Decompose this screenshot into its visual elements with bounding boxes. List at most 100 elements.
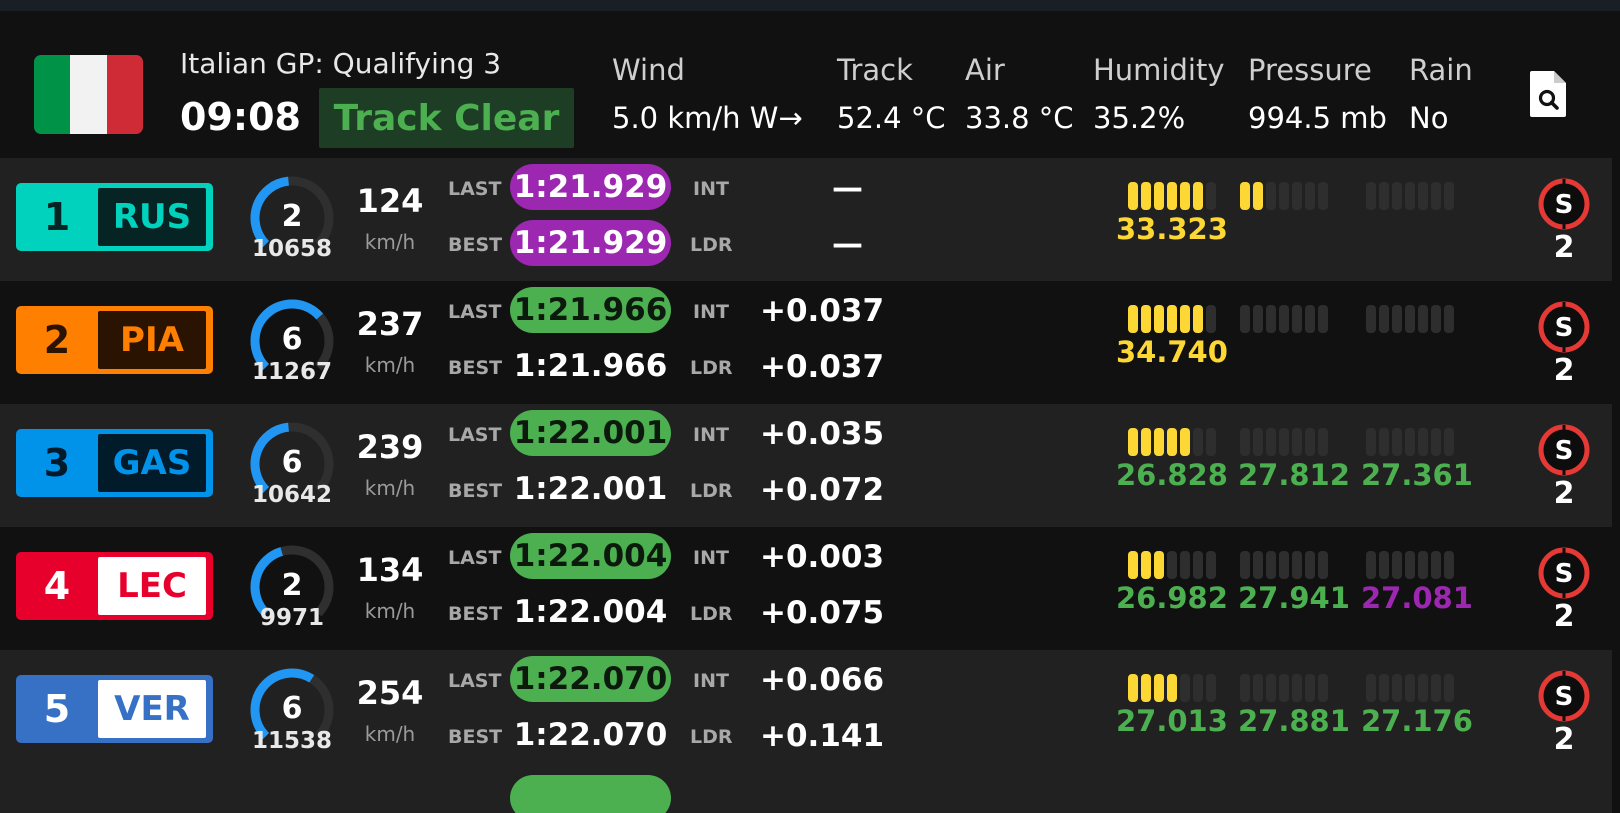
weather-humidity: Humidity 35.2% xyxy=(1093,53,1225,135)
leader-label: LDR xyxy=(690,480,733,502)
interval-label: INT xyxy=(693,301,729,323)
mini-sector xyxy=(1240,551,1250,579)
best-label: BEST xyxy=(448,357,503,379)
mini-sector xyxy=(1305,674,1315,702)
mini-sector xyxy=(1141,305,1151,333)
mini-sector xyxy=(1141,674,1151,702)
mini-sector xyxy=(1431,182,1441,210)
mini-sector-bar xyxy=(1366,674,1454,702)
document-search-icon[interactable] xyxy=(1528,69,1568,119)
mini-sector xyxy=(1193,551,1203,579)
mini-sector xyxy=(1305,305,1315,333)
gear-number: 6 xyxy=(281,445,303,480)
speed-value: 124 xyxy=(356,182,424,220)
mini-sector xyxy=(1405,674,1415,702)
driver-badge[interactable]: 5 VER xyxy=(16,675,213,743)
mini-sector-bar xyxy=(1128,305,1216,333)
leader-gap: +0.072 xyxy=(760,472,885,508)
driver-code: PIA xyxy=(98,311,206,369)
driver-badge[interactable]: 4 LEC xyxy=(16,552,213,620)
mini-sector xyxy=(1292,674,1302,702)
mini-sector-bar xyxy=(1128,182,1216,210)
driver-badge[interactable]: 1 RUS xyxy=(16,183,213,251)
driver-badge[interactable]: 2 PIA xyxy=(16,306,213,374)
mini-sector xyxy=(1240,182,1250,210)
svg-text:S: S xyxy=(1555,313,1574,343)
mini-sector xyxy=(1379,305,1389,333)
best-lap-time: 1:22.070 xyxy=(513,717,668,753)
position-number: 1 xyxy=(43,195,71,239)
interval-label: INT xyxy=(693,547,729,569)
mini-sector xyxy=(1154,305,1164,333)
mini-sector-bar xyxy=(1128,428,1216,456)
mini-sector xyxy=(1318,182,1328,210)
last-lap-time: 1:22.001 xyxy=(510,410,671,456)
driver-row[interactable]: 1 RUS 2 10658 124 km/h LAST BEST 1:21.929 1:21.92… xyxy=(0,158,1612,281)
weather-label: Humidity xyxy=(1093,53,1225,87)
soft-tyre-icon: S xyxy=(1538,178,1590,230)
gear-number: 2 xyxy=(281,199,303,234)
speed-value: 254 xyxy=(356,674,424,712)
mini-sector xyxy=(1240,674,1250,702)
speed-value: 237 xyxy=(356,305,424,343)
mini-sector xyxy=(1418,551,1428,579)
mini-sector xyxy=(1292,428,1302,456)
driver-row[interactable]: 2 PIA 6 11267 237 km/h LAST BEST 1:21.966 1:21.96… xyxy=(0,281,1612,404)
mini-sector xyxy=(1318,551,1328,579)
sector-time: 27.812 xyxy=(1238,458,1350,492)
soft-tyre-icon: S xyxy=(1538,301,1590,353)
weather-label: Rain xyxy=(1409,53,1473,87)
speed-unit: km/h xyxy=(364,353,416,377)
weather-label: Pressure xyxy=(1248,53,1372,87)
tyre-age: 2 xyxy=(1553,476,1575,511)
mini-sector-bar xyxy=(1240,305,1328,333)
position-number: 2 xyxy=(43,318,71,362)
mini-sector xyxy=(1405,551,1415,579)
sector-time: 27.881 xyxy=(1238,704,1350,738)
interval-label: INT xyxy=(693,670,729,692)
weather-track-temp: Track 52.4 °C xyxy=(837,53,946,135)
best-label: BEST xyxy=(448,480,503,502)
mini-sector xyxy=(1279,551,1289,579)
mini-sector xyxy=(1128,674,1138,702)
mini-sector xyxy=(1292,182,1302,210)
best-lap-time: 1:21.929 xyxy=(510,220,671,266)
mini-sector xyxy=(1206,674,1216,702)
weather-label: Track xyxy=(837,53,913,87)
driver-row[interactable]: 5 VER 6 11538 254 km/h LAST BEST 1:22.070 1:22.07… xyxy=(0,650,1612,773)
mini-sector xyxy=(1379,674,1389,702)
session-clock: 09:08 xyxy=(180,95,301,139)
track-status-badge: Track Clear xyxy=(319,88,574,148)
driver-row[interactable]: 4 LEC 2 9971 134 km/h LAST BEST 1:22.004 1:22.004… xyxy=(0,527,1612,650)
weather-air-temp: Air 33.8 °C xyxy=(965,53,1074,135)
leader-gap: +0.141 xyxy=(760,718,885,754)
driver-row[interactable]: 3 GAS 6 10642 239 km/h LAST BEST 1:22.001 1:22.00… xyxy=(0,404,1612,527)
mini-sector xyxy=(1180,551,1190,579)
mini-sector xyxy=(1141,428,1151,456)
last-label: LAST xyxy=(448,424,502,446)
rpm-value: 11538 xyxy=(251,728,333,754)
mini-sector-bar xyxy=(1240,182,1328,210)
tyre-age: 2 xyxy=(1553,599,1575,634)
mini-sector xyxy=(1305,182,1315,210)
weather-value: No xyxy=(1409,101,1449,135)
soft-tyre-icon: S xyxy=(1538,424,1590,476)
session-header: Italian GP: Qualifying 3 09:08 Track Cle… xyxy=(0,11,1620,158)
mini-sector xyxy=(1141,551,1151,579)
mini-sector xyxy=(1318,305,1328,333)
driver-row[interactable] xyxy=(0,773,1612,813)
driver-badge[interactable]: 3 GAS xyxy=(16,429,213,497)
rpm-value: 10642 xyxy=(251,482,333,508)
mini-sector xyxy=(1180,428,1190,456)
interval-gap: +0.066 xyxy=(760,662,885,698)
leader-label: LDR xyxy=(690,726,733,748)
mini-sector xyxy=(1266,305,1276,333)
mini-sector xyxy=(1180,182,1190,210)
event-title: Italian GP: Qualifying 3 xyxy=(180,47,502,80)
mini-sector xyxy=(1167,428,1177,456)
mini-sector-bar xyxy=(1366,305,1454,333)
mini-sector xyxy=(1193,674,1203,702)
last-lap-time: 1:21.929 xyxy=(510,164,671,210)
sector-time: 27.176 xyxy=(1361,704,1473,738)
mini-sector xyxy=(1154,551,1164,579)
